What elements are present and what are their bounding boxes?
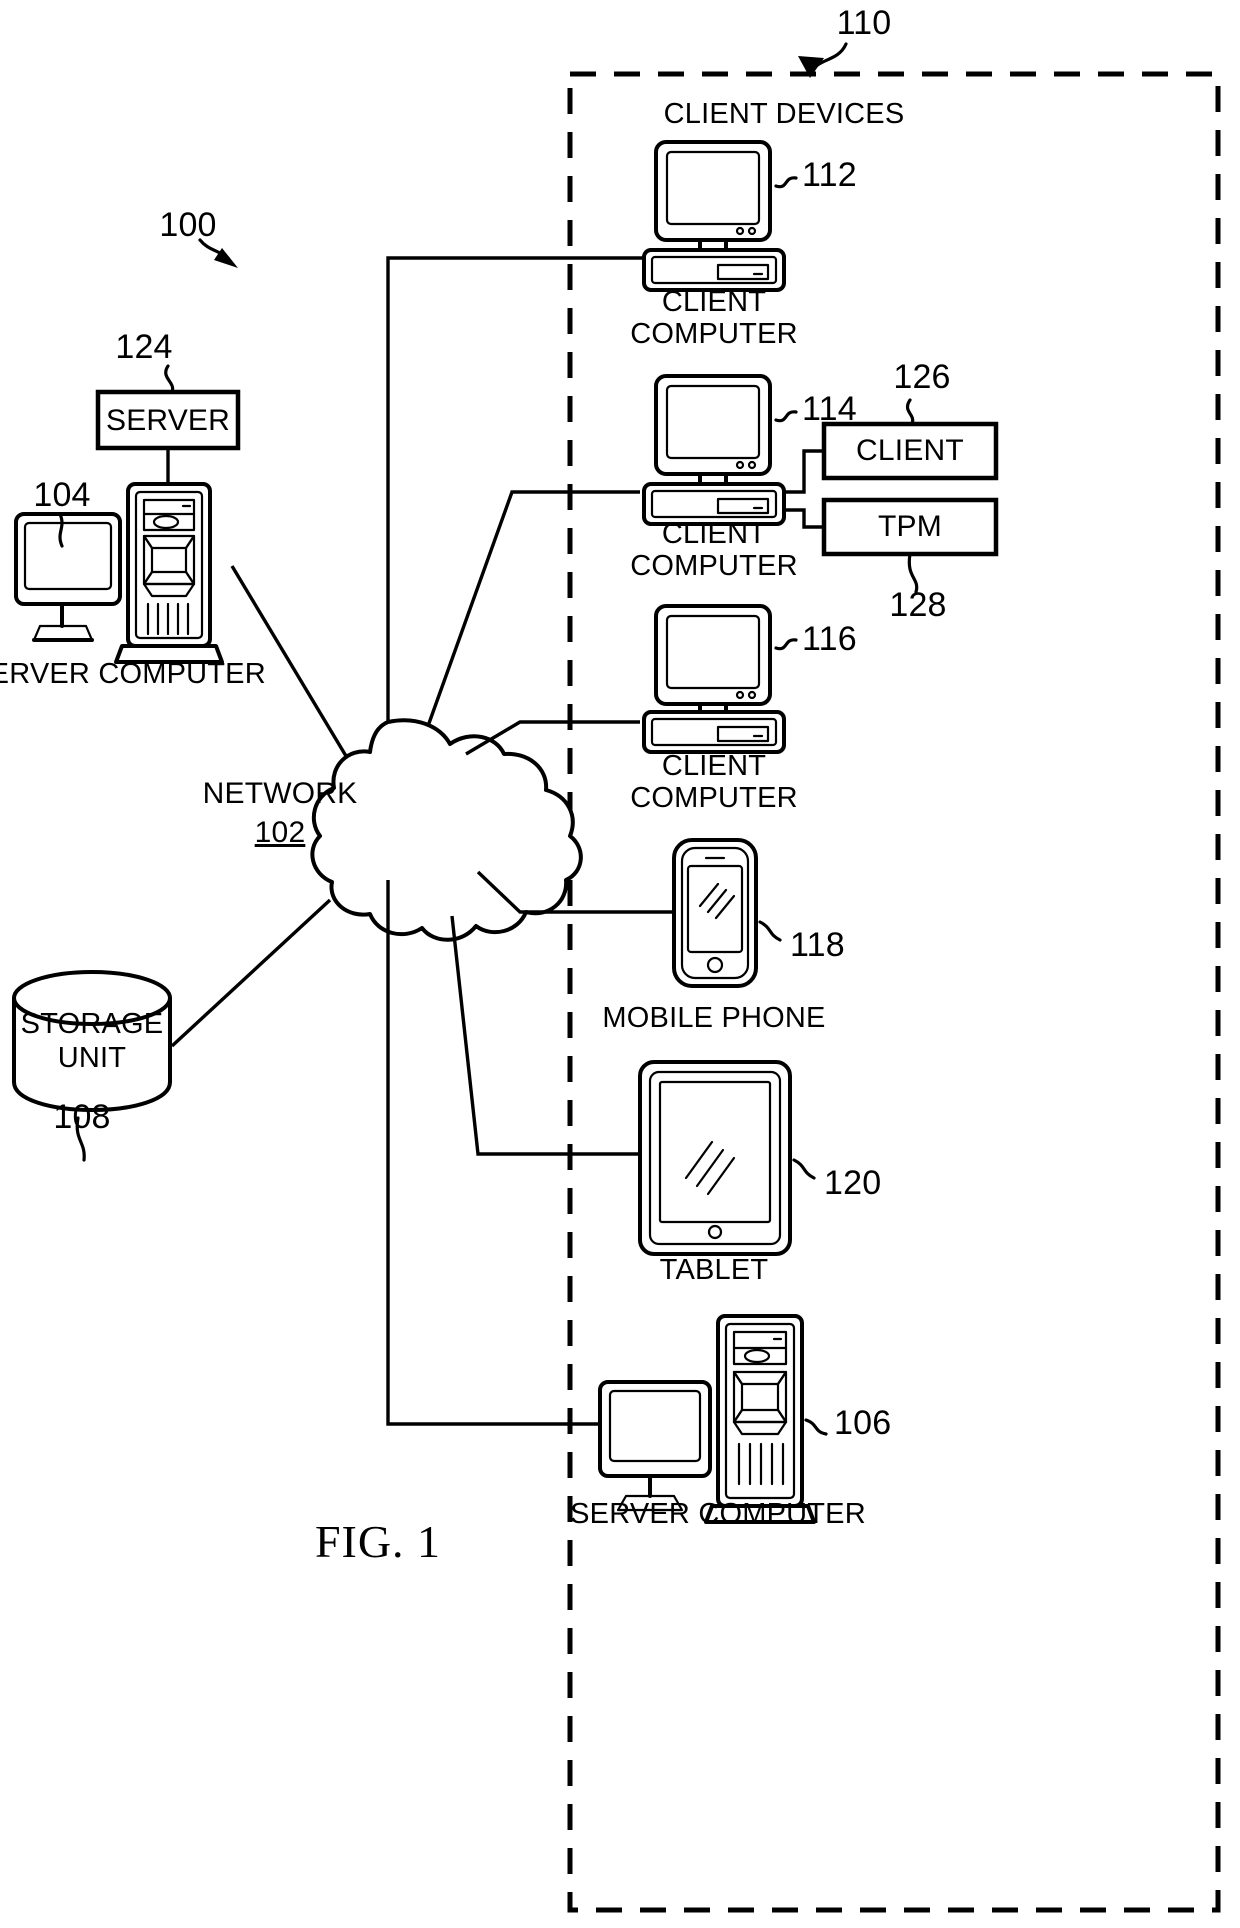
ref-number-100: 100 [159,206,217,244]
mobile-phone-118-label: MOBILE PHONE [602,1002,826,1034]
client-computer-116-label-line1: CLIENT [661,750,767,782]
client-computer-114-label-line2: COMPUTER [630,550,798,582]
ref-number-110: 110 [836,4,892,42]
ref-number-120: 120 [824,1164,882,1202]
network-cloud-ref: 102 [254,816,306,849]
server-computer-104-label: SERVER COMPUTER [0,658,266,690]
ref-number-124: 124 [115,328,173,366]
server-computer-106-monitor [598,1380,712,1512]
network-cloud-label: NETWORK [202,777,358,810]
ref-118-leader [758,920,782,942]
figure-title: FIG. 1 [314,1516,442,1567]
ref-number-108: 108 [53,1098,111,1136]
mobile-phone-118-icon [672,838,758,988]
ref-126-leader [905,398,915,426]
storage-unit-label-line1: STORAGE [20,1008,164,1040]
link-storage-to-network [170,898,332,1048]
link-network-to-client-114 [426,490,640,727]
ref-106-leader [804,1418,828,1436]
ref-number-128: 128 [889,586,947,624]
ref-112-leader [774,176,798,189]
link-client114-to-client-module [784,449,824,494]
client-computer-116-label-line2: COMPUTER [630,782,798,814]
ref-number-116: 116 [802,620,857,658]
client-computer-112-icon [642,140,786,292]
server-computer-106-label: SERVER COMPUTER [570,1498,866,1530]
server-box-label: SERVER [105,404,231,437]
server-computer-104-monitor [14,512,122,642]
ref-120-leader [792,1158,816,1180]
ref-124-leader [164,364,175,394]
client-computer-114-label-line1: CLIENT [661,518,767,550]
client-devices-group-label: CLIENT DEVICES [663,98,905,130]
tablet-120-icon [638,1060,792,1256]
client-computer-114-icon [642,374,786,526]
ref-104-leader [58,512,64,548]
server-computer-104-tower [114,482,224,664]
link-network-to-client-112 [386,256,644,722]
tablet-120-label: TABLET [659,1254,769,1286]
client-computer-112-label-line1: CLIENT [661,286,767,318]
ref-number-118: 118 [790,926,845,964]
storage-unit-label-line2: UNIT [57,1042,127,1074]
client-computer-112-label-line2: COMPUTER [630,318,798,350]
ref-number-112: 112 [802,156,857,194]
ref-number-114: 114 [802,390,857,428]
tpm-module-label: TPM [878,510,942,543]
ref-114-leader [774,410,798,423]
storage-unit-108 [12,970,172,1112]
ref-number-104: 104 [33,476,91,514]
client-computer-116-icon [642,604,786,754]
ref-number-126: 126 [893,358,951,396]
patent-figure-1: 110 CLIENT DEVICES 100 124 SERVER 104 SE… [0,0,1240,1928]
link-client114-to-tpm-module [784,508,824,529]
ref-number-106: 106 [834,1404,892,1442]
link-network-to-tablet-120 [450,915,640,1156]
figure-canvas [12,42,1221,1913]
ref-116-leader [774,638,798,651]
server-computer-106-tower [704,1314,816,1524]
client-module-label: CLIENT [856,434,964,467]
